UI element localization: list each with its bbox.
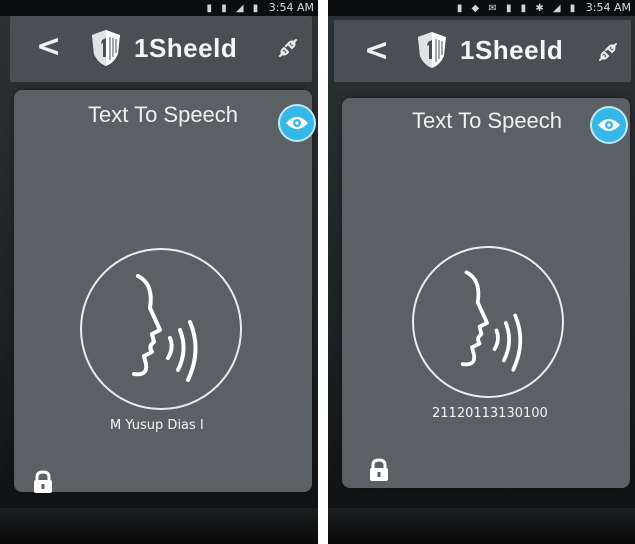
eye-icon — [286, 117, 308, 129]
spoken-text: M Yusup Dias I — [110, 418, 204, 433]
status-icons: ▮ ▮ ◢ ▮ — [206, 3, 262, 14]
speech-circle — [80, 248, 242, 410]
card-title: Text To Speech — [88, 102, 239, 127]
back-arrow-icon[interactable]: < — [364, 36, 389, 66]
app-logo: 1Sheeld — [90, 28, 237, 68]
card-title: Text To Speech — [412, 108, 563, 133]
tts-card: Text To Speech 21120113130100 — [342, 98, 630, 488]
eye-icon — [598, 119, 620, 131]
speaking-head-icon — [132, 274, 198, 382]
status-time: 3:54 AM — [585, 1, 631, 14]
screenshot-left: ▮ ▮ ◢ ▮ 3:54 AM < 1Sheeld Text To Speech… — [0, 0, 318, 544]
back-arrow-icon[interactable]: < — [36, 32, 61, 62]
status-bar: ▮ ▮ ◢ ▮ 3:54 AM — [0, 0, 318, 16]
app-bar: < 1Sheeld — [10, 16, 312, 82]
eye-button[interactable] — [280, 106, 314, 140]
speech-circle — [412, 246, 564, 398]
app-bar: < 1Sheeld — [334, 20, 631, 82]
phone-bezel — [328, 508, 635, 544]
status-bar: ▮ ◆ ✉ ▮ ▮ ✱ ◢ ▮ 3:54 AM — [328, 0, 635, 16]
eye-button[interactable] — [592, 108, 626, 142]
tts-card: Text To Speech M Yusup Dias I — [14, 90, 314, 494]
lock-icon[interactable] — [32, 470, 54, 494]
app-logo: 1Sheeld — [416, 30, 563, 70]
speaking-head-icon — [460, 270, 523, 372]
lock-icon[interactable] — [368, 458, 390, 482]
status-icons: ▮ ◆ ✉ ▮ ▮ ✱ ◢ ▮ — [456, 3, 579, 14]
app-name: 1Sheeld — [460, 34, 564, 65]
phone-bezel — [0, 508, 318, 544]
screenshot-right: ▮ ◆ ✉ ▮ ▮ ✱ ◢ ▮ 3:54 AM < 1Sheeld Text T… — [328, 0, 635, 544]
plug-icon[interactable] — [276, 36, 300, 60]
shield-logo-icon — [92, 30, 120, 66]
shield-logo-icon — [418, 32, 446, 68]
status-time: 3:54 AM — [268, 1, 314, 14]
plug-icon[interactable] — [596, 40, 620, 64]
app-name: 1Sheeld — [134, 32, 238, 63]
spoken-text: 21120113130100 — [432, 406, 548, 421]
